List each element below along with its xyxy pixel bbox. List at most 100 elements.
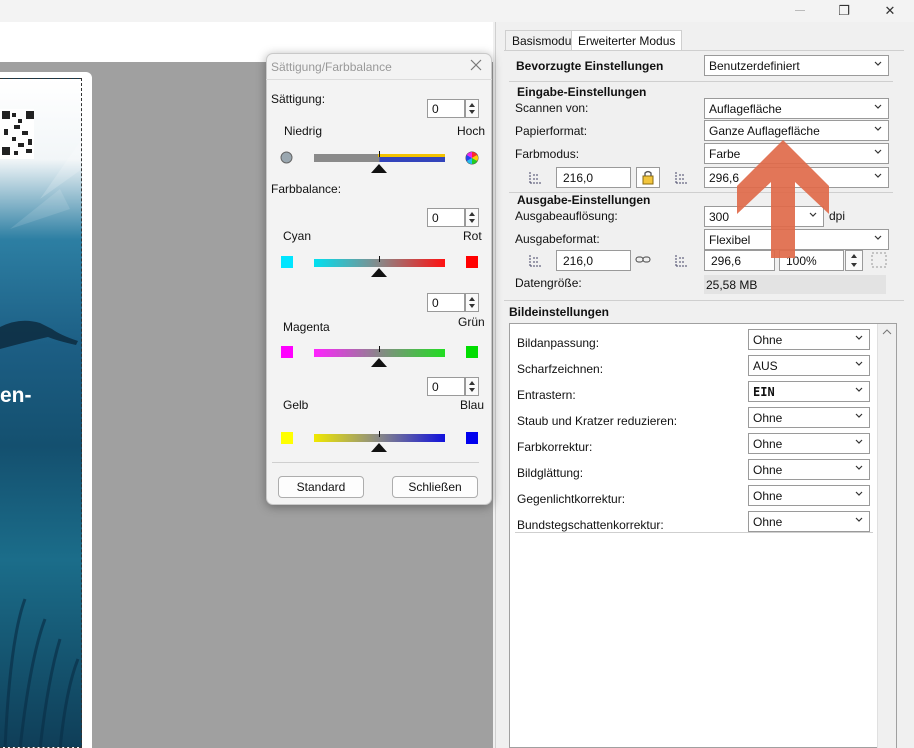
chevron-down-icon (855, 387, 863, 392)
scan-from-select[interactable]: Auflagefläche (704, 98, 889, 119)
image-setting-label: Gegenlichtkorrektur: (517, 492, 626, 506)
preferred-settings-value: Benutzerdefiniert (709, 59, 800, 73)
link-icon[interactable] (635, 255, 651, 265)
image-setting-label: Scharfzeichnen: (517, 362, 604, 376)
grid-icon[interactable] (871, 252, 887, 268)
color-mode-label: Farbmodus: (515, 147, 580, 161)
yellow-blue-slider-thumb[interactable] (371, 443, 387, 452)
red-swatch (466, 256, 478, 268)
image-setting-select[interactable]: Ohne (748, 485, 870, 506)
magenta-green-slider-thumb[interactable] (371, 358, 387, 367)
yellow-label: Gelb (283, 398, 309, 412)
scan-from-label: Scannen von: (515, 101, 589, 115)
output-format-label: Ausgabeformat: (515, 232, 600, 246)
image-setting-value: Ohne (753, 463, 783, 477)
chevron-down-icon (855, 465, 863, 470)
yellow-blue-field[interactable]: 0 (427, 377, 465, 396)
cyan-red-spinner[interactable] (465, 208, 479, 227)
cyan-red-slider-thumb[interactable] (371, 268, 387, 277)
input-settings-header: Eingabe-Einstellungen (517, 85, 647, 99)
output-settings-header: Ausgabe-Einstellungen (517, 193, 651, 207)
data-size-value: 25,58 MB (704, 275, 886, 294)
output-width-icon (529, 255, 541, 267)
chevron-down-icon (874, 61, 882, 66)
lock-aspect-button[interactable] (636, 167, 660, 188)
green-label: Grün (458, 315, 485, 329)
image-settings-scrollbar[interactable] (877, 324, 896, 748)
saturation-spinner[interactable] (465, 99, 479, 118)
image-setting-label: Staub und Kratzer reduzieren: (517, 414, 678, 428)
image-setting-select[interactable]: EIN (748, 381, 870, 402)
image-setting-value: Ohne (753, 489, 783, 503)
yellow-blue-spinner[interactable] (465, 377, 479, 396)
low-saturation-icon (280, 151, 293, 164)
saturation-slider-thumb[interactable] (371, 164, 387, 173)
saturation-high-label: Hoch (457, 124, 486, 138)
chevron-down-icon (855, 361, 863, 366)
image-setting-label: Entrastern: (517, 388, 576, 402)
image-setting-value: Ohne (753, 515, 783, 529)
image-setting-label: Bildglättung: (517, 466, 584, 480)
close-window-icon[interactable]: ✕ (870, 0, 910, 22)
restore-glyph: ❐ (838, 3, 850, 18)
cyan-swatch (281, 256, 293, 268)
close-icon[interactable] (470, 59, 482, 71)
slider-center-tick (379, 431, 380, 437)
high-saturation-icon (465, 151, 479, 165)
scan-from-value: Auflagefläche (709, 102, 782, 116)
chevron-down-icon (874, 235, 882, 240)
image-setting-label: Bundstegschattenkorrektur: (517, 518, 664, 532)
magenta-green-field[interactable]: 0 (427, 293, 465, 312)
resolution-unit: dpi (829, 209, 846, 223)
image-setting-select[interactable]: Ohne (748, 433, 870, 454)
width-icon (529, 172, 541, 184)
chevron-down-icon (855, 439, 863, 444)
divider (504, 300, 904, 301)
magenta-swatch (281, 346, 293, 358)
input-width-field[interactable]: 216,0 (556, 167, 631, 188)
magenta-green-spinner[interactable] (465, 293, 479, 312)
output-width-field[interactable]: 216,0 (556, 250, 631, 271)
saturation-label: Sättigung: (271, 92, 326, 106)
saturation-field[interactable]: 0 (427, 99, 465, 118)
resolution-value: 300 (709, 210, 730, 224)
divider (515, 532, 873, 533)
data-size-label: Datengröße: (515, 276, 582, 290)
chevron-down-icon (874, 149, 882, 154)
close-button[interactable]: Schließen (392, 476, 478, 498)
scroll-up-icon[interactable] (878, 326, 896, 338)
dialog-divider (272, 462, 479, 463)
chevron-down-icon (874, 126, 882, 131)
saturation-low-label: Niedrig (284, 124, 323, 138)
image-setting-label: Bildanpassung: (517, 336, 600, 350)
minimize-icon[interactable] (780, 0, 820, 22)
image-setting-label: Farbkorrektur: (517, 440, 593, 454)
image-setting-select[interactable]: Ohne (748, 511, 870, 532)
green-swatch (466, 346, 478, 358)
image-setting-select[interactable]: Ohne (748, 329, 870, 350)
restore-icon[interactable]: ❐ (824, 0, 864, 22)
close-glyph: ✕ (884, 3, 896, 18)
chevron-down-icon (855, 413, 863, 418)
image-setting-select[interactable]: AUS (748, 355, 870, 376)
lock-icon (642, 170, 654, 185)
paper-format-value: Ganze Auflagefläche (709, 124, 820, 138)
tab-advanced[interactable]: Erweiterter Modus (571, 30, 683, 50)
image-setting-select[interactable]: Ohne (748, 459, 870, 480)
image-settings-header: Bildeinstellungen (509, 305, 610, 319)
title-bar: ❐ ✕ (0, 0, 914, 22)
resolution-label: Ausgabeauflösung: (515, 209, 618, 223)
scale-spinner[interactable] (845, 250, 863, 271)
preview-image-art (0, 109, 81, 747)
blue-swatch (466, 432, 478, 444)
preferred-settings-select[interactable]: Benutzerdefiniert (704, 55, 889, 76)
preview-image[interactable] (0, 78, 82, 748)
divider (509, 81, 893, 82)
image-setting-value: Ohne (753, 437, 783, 451)
image-setting-select[interactable]: Ohne (748, 407, 870, 428)
cyan-red-field[interactable]: 0 (427, 208, 465, 227)
chevron-down-icon (855, 491, 863, 496)
image-setting-value: Ohne (753, 333, 783, 347)
standard-button[interactable]: Standard (278, 476, 364, 498)
slider-center-tick (379, 151, 380, 157)
